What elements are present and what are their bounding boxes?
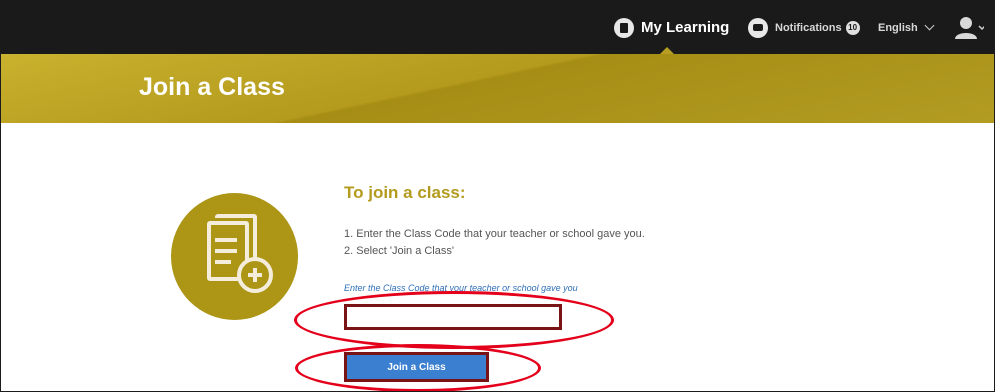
plus-icon: [237, 257, 273, 293]
chevron-down-icon: [924, 20, 935, 31]
page-title: Join a Class: [139, 73, 285, 101]
user-menu[interactable]: [954, 1, 984, 54]
nav-notifications-label: Notifications: [775, 21, 842, 34]
instruction-step-2: 2. Select 'Join a Class': [344, 245, 454, 257]
language-label: English: [878, 21, 918, 34]
user-avatar-icon: [955, 16, 984, 39]
instructions-heading: To join a class:: [344, 183, 466, 202]
class-code-hint: Enter the Class Code that your teacher o…: [344, 283, 578, 293]
book-icon: [614, 17, 634, 38]
join-class-illustration: [171, 193, 298, 320]
nav-my-learning-label: My Learning: [641, 19, 730, 36]
language-selector[interactable]: English: [878, 1, 935, 54]
page-banner: Join a Class: [1, 54, 994, 123]
join-class-button[interactable]: Join a Class: [344, 352, 489, 382]
notification-count-badge: 10: [845, 20, 860, 35]
instruction-step-1: 1. Enter the Class Code that your teache…: [344, 228, 645, 240]
page-frame: My Learning Notifications 10 English Joi…: [0, 0, 995, 392]
top-navigation-bar: My Learning Notifications 10 English: [1, 1, 994, 54]
active-tab-indicator: [660, 47, 674, 54]
nav-notifications[interactable]: Notifications 10: [748, 1, 860, 54]
document-line: [215, 249, 237, 253]
class-code-input[interactable]: [344, 304, 562, 330]
document-line: [215, 260, 231, 264]
document-line: [215, 238, 237, 242]
chat-bubble-icon: [748, 17, 768, 38]
